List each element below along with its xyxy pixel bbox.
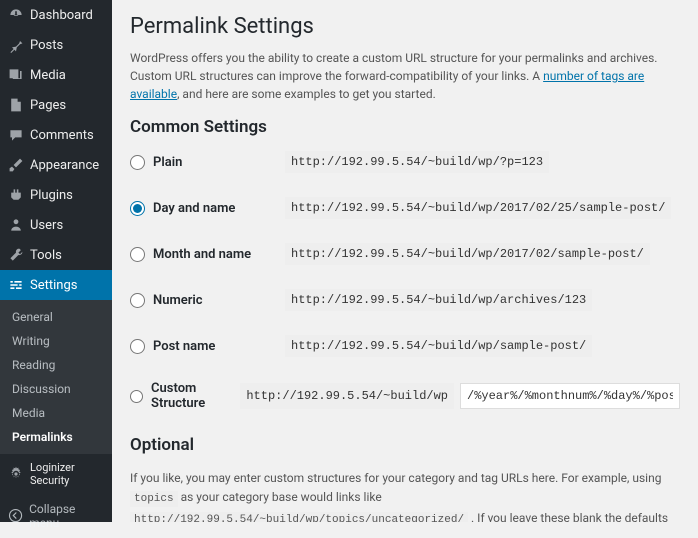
settings-submenu: General Writing Reading Discussion Media… (0, 300, 112, 454)
sidebar-item-loginizer[interactable]: Loginizer Security (0, 454, 112, 494)
media-icon (8, 67, 24, 83)
custom-structure-input[interactable] (460, 383, 680, 409)
common-settings-heading: Common Settings (130, 117, 680, 137)
option-label: Month and name (153, 247, 251, 262)
sidebar-item-label: Loginizer Security (30, 461, 112, 487)
option-label: Plain (153, 155, 182, 170)
option-day-name-row: Day and name http://192.99.5.54/~build/w… (130, 197, 680, 219)
sliders-icon (8, 277, 24, 293)
example-numeric: http://192.99.5.54/~build/wp/archives/12… (285, 289, 592, 311)
option-label: Custom Structure (151, 381, 240, 411)
gear-icon (8, 466, 24, 482)
custom-prefix: http://192.99.5.54/~build/wp (240, 383, 454, 409)
sidebar-item-tools[interactable]: Tools (0, 240, 112, 270)
submenu-media[interactable]: Media (0, 401, 112, 425)
option-custom-row: Custom Structure http://192.99.5.54/~bui… (130, 381, 680, 411)
sidebar-item-label: Comments (30, 128, 94, 143)
optional-heading: Optional (130, 435, 680, 455)
plugin-icon (8, 187, 24, 203)
sidebar-item-label: Pages (30, 98, 66, 113)
admin-sidebar: Dashboard Posts Media Pages Comments App… (0, 0, 112, 522)
comment-icon (8, 127, 24, 143)
option-month-name-row: Month and name http://192.99.5.54/~build… (130, 243, 680, 265)
submenu-writing[interactable]: Writing (0, 329, 112, 353)
radio-plain[interactable] (130, 155, 145, 170)
sidebar-item-label: Tools (30, 248, 62, 263)
optional-description: If you like, you may enter custom struct… (130, 469, 680, 522)
sidebar-item-settings[interactable]: Settings (0, 270, 112, 300)
option-plain-row: Plain http://192.99.5.54/~build/wp/?p=12… (130, 151, 680, 173)
radio-day-name[interactable] (130, 201, 145, 216)
dashboard-icon (8, 7, 24, 23)
sidebar-item-label: Users (30, 218, 63, 233)
collapse-menu[interactable]: Collapse menu (0, 494, 112, 538)
example-month-name: http://192.99.5.54/~build/wp/2017/02/sam… (285, 243, 650, 265)
option-post-name-row: Post name http://192.99.5.54/~build/wp/s… (130, 335, 680, 357)
sidebar-item-comments[interactable]: Comments (0, 120, 112, 150)
submenu-reading[interactable]: Reading (0, 353, 112, 377)
wrench-icon (8, 247, 24, 263)
sidebar-item-posts[interactable]: Posts (0, 30, 112, 60)
radio-custom[interactable] (130, 389, 143, 404)
radio-numeric[interactable] (130, 293, 145, 308)
page-title: Permalink Settings (130, 14, 680, 39)
example-day-name: http://192.99.5.54/~build/wp/2017/02/25/… (285, 197, 671, 219)
sidebar-item-media[interactable]: Media (0, 60, 112, 90)
sidebar-item-dashboard[interactable]: Dashboard (0, 0, 112, 30)
brush-icon (8, 157, 24, 173)
pin-icon (8, 37, 24, 53)
sidebar-item-appearance[interactable]: Appearance (0, 150, 112, 180)
intro-text: WordPress offers you the ability to crea… (130, 49, 680, 103)
sidebar-item-label: Media (30, 68, 66, 83)
sidebar-item-label: Posts (30, 38, 63, 53)
sidebar-item-label: Appearance (30, 158, 99, 173)
example-plain: http://192.99.5.54/~build/wp/?p=123 (285, 151, 549, 173)
user-icon (8, 217, 24, 233)
option-numeric-row: Numeric http://192.99.5.54/~build/wp/arc… (130, 289, 680, 311)
main-content: Permalink Settings WordPress offers you … (112, 0, 698, 522)
submenu-general[interactable]: General (0, 305, 112, 329)
page-icon (8, 97, 24, 113)
option-label: Day and name (153, 201, 235, 216)
sidebar-item-label: Plugins (30, 188, 73, 203)
radio-post-name[interactable] (130, 339, 145, 354)
submenu-discussion[interactable]: Discussion (0, 377, 112, 401)
radio-month-name[interactable] (130, 247, 145, 262)
sidebar-item-label: Dashboard (30, 8, 93, 23)
example-post-name: http://192.99.5.54/~build/wp/sample-post… (285, 335, 592, 357)
option-label: Numeric (153, 293, 203, 308)
submenu-permalinks[interactable]: Permalinks (0, 425, 112, 449)
sidebar-item-pages[interactable]: Pages (0, 90, 112, 120)
sidebar-item-label: Settings (30, 278, 77, 293)
sidebar-item-plugins[interactable]: Plugins (0, 180, 112, 210)
option-label: Post name (153, 339, 215, 354)
sidebar-item-users[interactable]: Users (0, 210, 112, 240)
collapse-label: Collapse menu (29, 502, 104, 530)
